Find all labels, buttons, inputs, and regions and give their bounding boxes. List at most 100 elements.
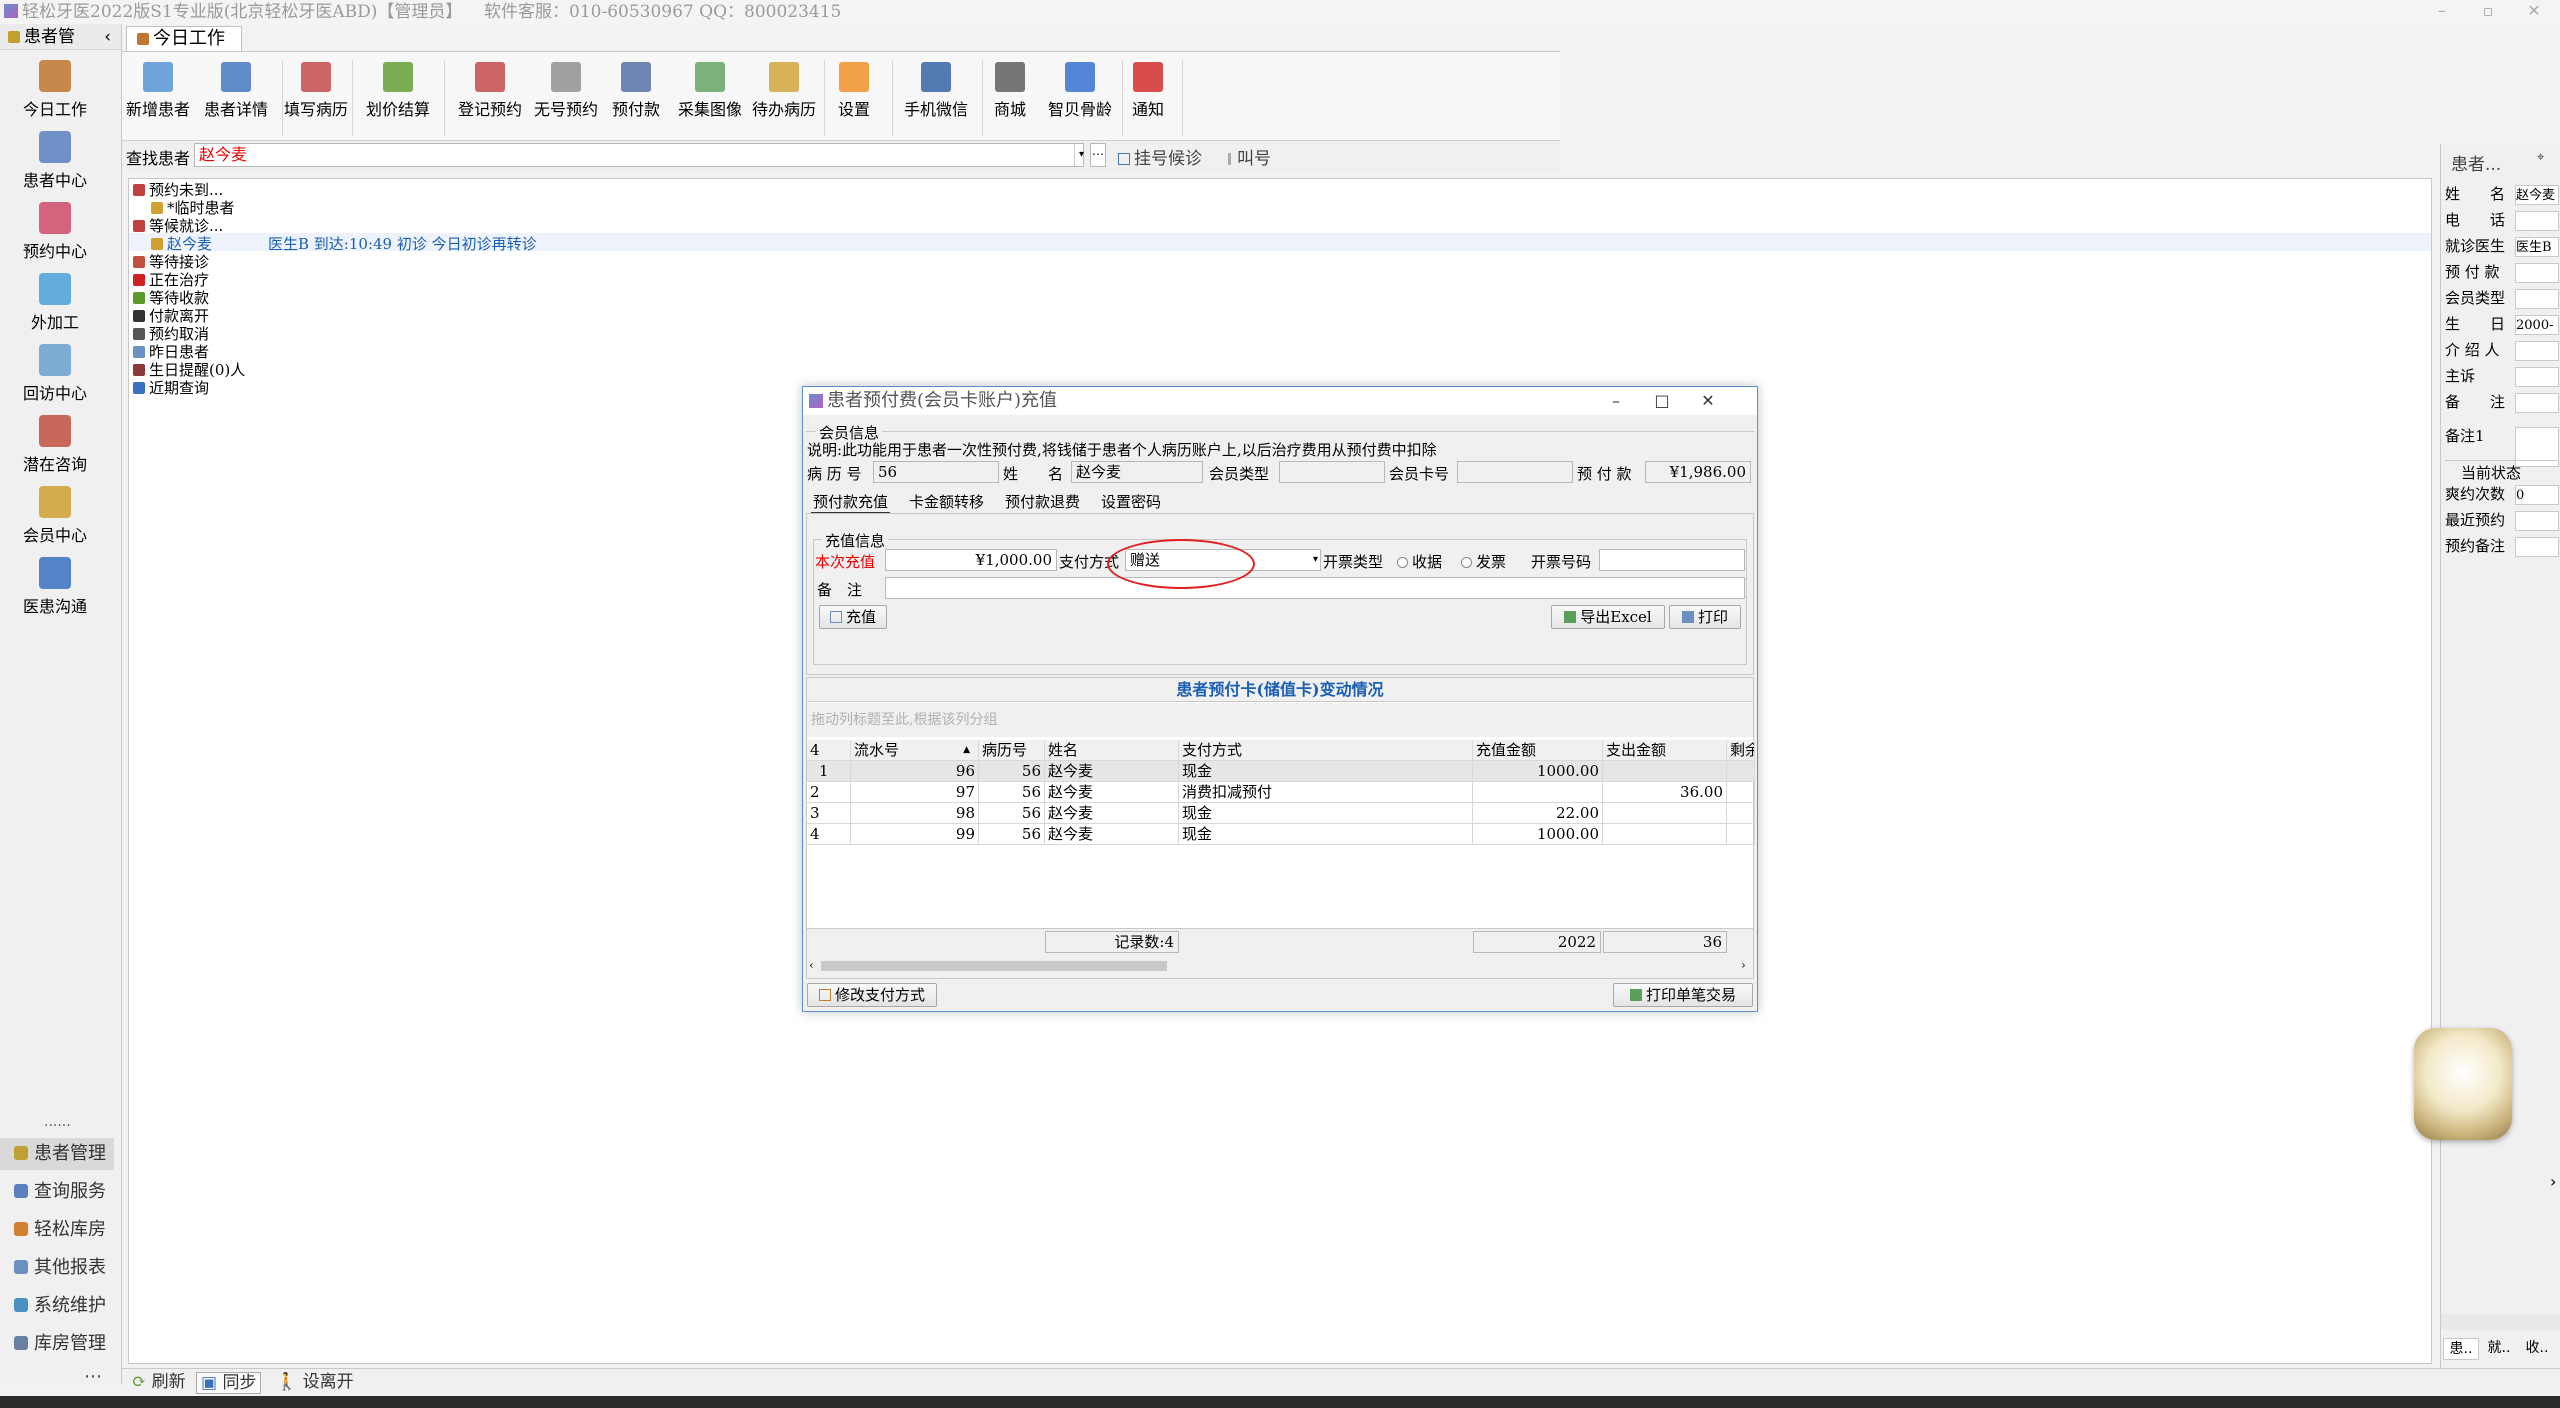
sidebar-item[interactable]: 回访中心 [0, 344, 110, 404]
panel-tab[interactable]: 患.. [2443, 1338, 2479, 1360]
minimize-button[interactable]: – [2422, 0, 2462, 24]
sidebar-item[interactable]: 患者中心 [0, 131, 110, 191]
tree-node[interactable]: 生日提醒(0)人 [133, 361, 245, 379]
tab-today-work[interactable]: 今日工作 [126, 26, 242, 52]
tree-node[interactable]: 等待收款 [133, 289, 209, 307]
grid-row-indicator[interactable]: 4 [807, 824, 851, 845]
print-single-button[interactable]: 打印单笔交易 [1613, 983, 1753, 1007]
sidebar-item[interactable]: 会员中心 [0, 486, 110, 546]
grid-column-header[interactable]: 充值金额 [1473, 740, 1603, 761]
grid-hscrollbar[interactable]: ‹ › [807, 954, 1753, 978]
grid-column-header[interactable]: 支出金额 [1603, 740, 1727, 761]
tree-node[interactable]: 正在治疗 [133, 271, 209, 289]
dialog-tab[interactable]: 设置密码 [1099, 491, 1163, 512]
toolbar-button[interactable]: 新增患者 [126, 62, 190, 120]
toolbar-button[interactable]: 手机微信 [904, 62, 968, 120]
invoice-bill-radio[interactable]: 发票 [1461, 551, 1506, 572]
modify-pay-method-button[interactable]: 修改支付方式 [807, 983, 937, 1007]
state-divider [2445, 460, 2557, 461]
dialog-maximize-button[interactable]: □ [1639, 387, 1685, 415]
close-window-button[interactable]: ✕ [2514, 0, 2554, 24]
toolbar-button[interactable]: 设置 [838, 62, 870, 120]
module-button[interactable]: 轻松库房 [0, 1214, 114, 1246]
sidebar-overflow-icon[interactable]: ⋯ [84, 1366, 102, 1387]
grid-row-indicator[interactable]: 3 [807, 803, 851, 824]
pay-method-dropdown-icon[interactable]: ▾ [1313, 550, 1318, 570]
call-number-button[interactable]: 叫号 [1228, 144, 1271, 169]
sidebar-item[interactable]: 今日工作 [0, 60, 110, 120]
export-excel-button[interactable]: 导出Excel [1551, 605, 1665, 629]
search-input[interactable]: 赵今麦 [194, 143, 1084, 167]
scroll-left-icon[interactable]: ‹ [809, 958, 814, 972]
tree-node[interactable]: 预约未到... [133, 181, 223, 199]
group-by-area[interactable]: 拖动列标题至此,根据该列分组 [807, 703, 1753, 737]
print-button[interactable]: 打印 [1669, 605, 1741, 629]
register-wait-button[interactable]: 挂号候诊 [1118, 144, 1202, 169]
pin-icon[interactable]: ⌖ [2537, 150, 2544, 165]
panel-tab[interactable]: 就.. [2481, 1338, 2517, 1360]
grid-row-indicator[interactable]: 2 [807, 782, 851, 803]
toolbar-button[interactable]: 患者详情 [204, 62, 268, 120]
alert-icon [1133, 62, 1163, 92]
search-more-button[interactable]: ⋯ [1090, 143, 1106, 167]
grid-row-indicator[interactable]: 1 [807, 761, 851, 782]
tree-node[interactable]: 等候就诊... [133, 217, 223, 235]
sidebar-item[interactable]: 潜在咨询 [0, 415, 110, 475]
dialog-tab[interactable]: 预付款充值 [811, 491, 891, 514]
module-button[interactable]: 其他报表 [0, 1252, 114, 1284]
grid-column-header[interactable]: 姓名 [1045, 740, 1179, 761]
toolbar-button[interactable]: 智贝骨龄 [1048, 62, 1112, 120]
grid-column-header[interactable]: 剩余 [1727, 740, 1755, 761]
module-button[interactable]: 系统维护 [0, 1290, 114, 1322]
assistant-avatar[interactable] [2414, 1028, 2512, 1140]
collapse-chevron-icon[interactable]: ‹ [104, 24, 111, 50]
leave-button[interactable]: 🚶 设离开 [272, 1372, 358, 1394]
remark-input[interactable] [885, 577, 1745, 599]
dialog-minimize-button[interactable]: – [1593, 387, 1639, 415]
toolbar-button[interactable]: 通知 [1132, 62, 1164, 120]
module-button[interactable]: 查询服务 [0, 1176, 114, 1208]
sync-button[interactable]: ▣ 同步 [196, 1372, 262, 1394]
sidebar-more[interactable]: ...... [44, 1114, 71, 1130]
speaker-icon [1228, 153, 1231, 165]
toolbar-button[interactable]: 采集图像 [678, 62, 742, 120]
sidebar-item[interactable]: 预约中心 [0, 202, 110, 262]
recharge-button[interactable]: 充值 [819, 605, 887, 629]
tree-node[interactable]: 赵今麦 医生B 到达:10:49 初诊 今日初诊再转诊 [151, 235, 537, 253]
scroll-right-icon[interactable]: › [1741, 958, 1746, 972]
panel-hscroll[interactable] [2441, 1314, 2560, 1330]
tree-node[interactable]: *临时患者 [151, 199, 235, 217]
panel-scroll-arrow-icon[interactable]: › [2550, 1172, 2560, 1192]
grid-column-header[interactable]: 病历号 [979, 740, 1045, 761]
grid-column-header[interactable]: 流水号 ▲ [851, 740, 979, 761]
search-dropdown-icon[interactable]: ▾ [1074, 144, 1088, 166]
tree-node[interactable]: 预约取消 [133, 325, 209, 343]
panel-tab[interactable]: 收.. [2519, 1338, 2555, 1360]
module-button[interactable]: 库房管理 [0, 1328, 114, 1360]
refresh-button[interactable]: ⟳ 刷新 [128, 1372, 190, 1394]
amount-input[interactable]: ¥1,000.00 [885, 549, 1057, 571]
tree-node[interactable]: 近期查询 [133, 379, 209, 397]
toolbar-button[interactable]: 登记预约 [458, 62, 522, 120]
tree-node[interactable]: 昨日患者 [133, 343, 209, 361]
grid-column-header[interactable]: 支付方式 [1179, 740, 1473, 761]
toolbar-button[interactable]: 商城 [994, 62, 1026, 120]
invoice-receipt-radio[interactable]: 收据 [1397, 551, 1442, 572]
toolbar-button[interactable]: 划价结算 [366, 62, 430, 120]
toolbar-button[interactable]: 预付款 [612, 62, 660, 120]
scroll-thumb[interactable] [821, 961, 1167, 971]
dialog-close-button[interactable]: ✕ [1685, 387, 1731, 415]
toolbar-button[interactable]: 待办病历 [752, 62, 816, 120]
tree-node[interactable]: 等待接诊 [133, 253, 209, 271]
module-button[interactable]: 患者管理 [0, 1138, 114, 1170]
sidebar-item-label: 患者中心 [22, 171, 87, 190]
dialog-tab[interactable]: 预付款退费 [1003, 491, 1082, 512]
toolbar-button[interactable]: 无号预约 [534, 62, 598, 120]
sidebar-item[interactable]: 外加工 [0, 273, 110, 333]
tree-node[interactable]: 付款离开 [133, 307, 209, 325]
toolbar-button[interactable]: 填写病历 [284, 62, 348, 120]
dialog-tab[interactable]: 卡金额转移 [907, 491, 986, 512]
invoice-no-input[interactable] [1599, 549, 1745, 571]
sidebar-item[interactable]: 医患沟通 [0, 557, 110, 617]
maximize-button[interactable]: ▫ [2468, 0, 2508, 24]
